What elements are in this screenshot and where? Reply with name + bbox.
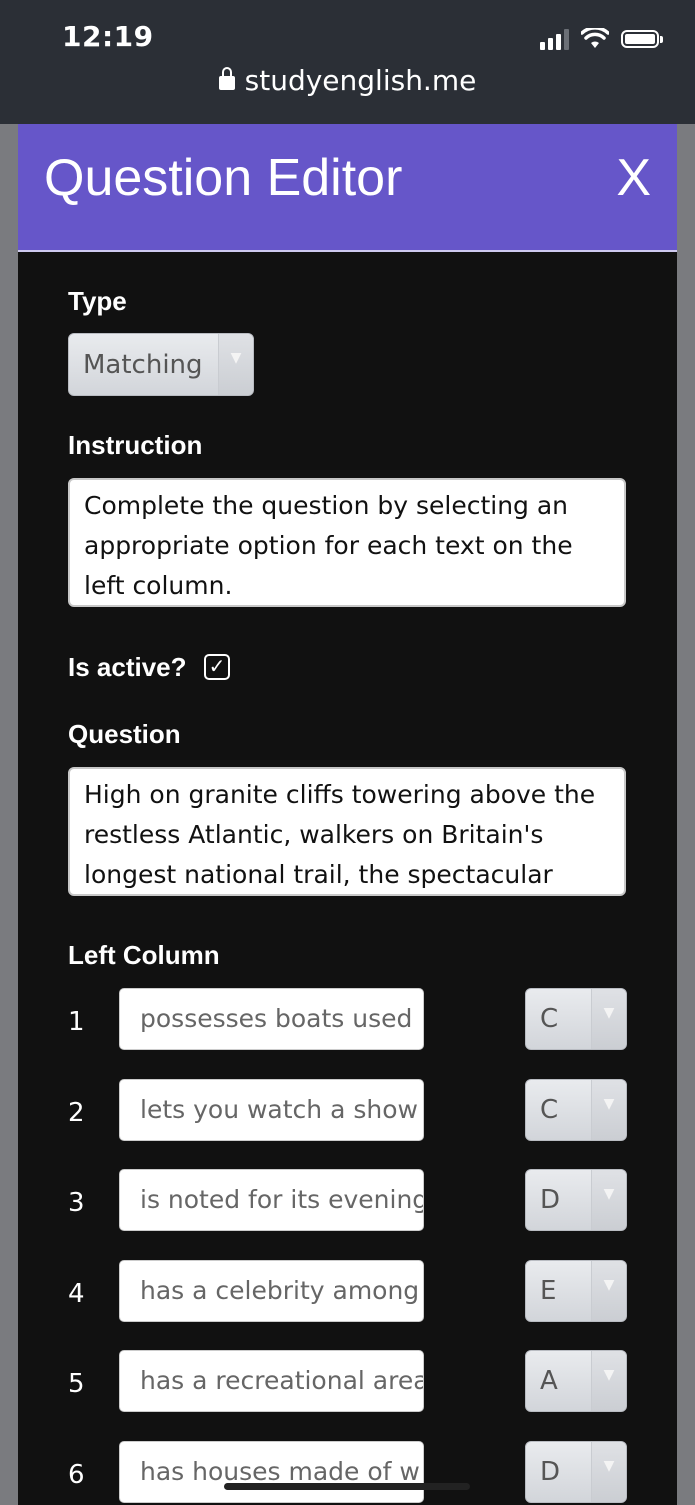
row-number: 5 — [68, 1369, 85, 1399]
type-select[interactable]: Matching ▼ — [68, 333, 254, 396]
url-text: studyenglish.me — [244, 64, 477, 97]
chevron-down-icon: ▼ — [603, 1277, 615, 1293]
row-text-input[interactable]: is noted for its evening — [119, 1169, 424, 1231]
wifi-icon — [581, 28, 609, 48]
row-select-arrow: ▼ — [591, 1351, 626, 1411]
row-answer-select[interactable]: D ▼ — [525, 1169, 627, 1231]
row-number: 4 — [68, 1279, 85, 1309]
row-text-input[interactable]: lets you watch a show — [119, 1079, 424, 1141]
row-answer-value: C — [540, 1004, 559, 1034]
instruction-textarea[interactable]: Complete the question by selecting an ap… — [68, 478, 626, 607]
row-answer-value: D — [540, 1457, 561, 1487]
system-icons — [540, 24, 663, 54]
row-number: 2 — [68, 1098, 85, 1128]
home-indicator — [224, 1483, 470, 1490]
row-answer-select[interactable]: D ▼ — [525, 1441, 627, 1503]
row-text-input[interactable]: possesses boats used — [119, 988, 424, 1050]
row-text-input[interactable]: has a celebrity among — [119, 1260, 424, 1322]
type-select-value: Matching — [83, 349, 203, 380]
row-select-arrow: ▼ — [591, 1080, 626, 1140]
is-active-label: Is active? — [68, 652, 187, 682]
is-active-checkbox[interactable]: ✓ — [204, 654, 230, 680]
chevron-down-icon: ▼ — [603, 1186, 615, 1202]
modal-title: Question Editor — [44, 149, 403, 207]
left-column-label: Left Column — [68, 940, 220, 970]
backdrop-left — [0, 124, 18, 1505]
chevron-down-icon: ▼ — [603, 1367, 615, 1383]
browser-status-bar: 12:19 studyenglish.me — [0, 0, 695, 124]
question-label: Question — [68, 719, 181, 749]
row-select-arrow: ▼ — [591, 1261, 626, 1321]
row-select-arrow: ▼ — [591, 1442, 626, 1502]
address-bar[interactable]: studyenglish.me — [0, 64, 695, 97]
row-answer-value: A — [540, 1366, 558, 1396]
chevron-down-icon: ▼ — [603, 1096, 615, 1112]
question-textarea[interactable]: High on granite cliffs towering above th… — [68, 767, 626, 896]
type-label: Type — [68, 286, 127, 316]
close-button[interactable]: X — [616, 148, 651, 208]
modal-header: Question Editor X — [18, 124, 677, 252]
chevron-down-icon: ▼ — [603, 1458, 615, 1474]
backdrop-right — [677, 124, 695, 1505]
row-answer-select[interactable]: A ▼ — [525, 1350, 627, 1412]
cellular-signal-icon — [540, 28, 569, 50]
row-number: 1 — [68, 1007, 85, 1037]
row-text-input[interactable]: has a recreational area — [119, 1350, 424, 1412]
row-answer-value: C — [540, 1095, 559, 1125]
row-select-arrow: ▼ — [591, 1170, 626, 1230]
battery-icon — [621, 30, 663, 48]
clock: 12:19 — [62, 20, 154, 53]
instruction-label: Instruction — [68, 430, 203, 460]
row-select-arrow: ▼ — [591, 989, 626, 1049]
row-answer-select[interactable]: E ▼ — [525, 1260, 627, 1322]
row-number: 6 — [68, 1460, 85, 1490]
type-select-arrow: ▼ — [218, 334, 253, 395]
chevron-down-icon: ▼ — [230, 350, 242, 367]
row-answer-value: D — [540, 1185, 561, 1215]
lock-icon — [218, 67, 235, 90]
row-answer-select[interactable]: C ▼ — [525, 988, 627, 1050]
chevron-down-icon: ▼ — [603, 1005, 615, 1021]
question-editor-modal: Question Editor X Type Matching ▼ Instru… — [18, 124, 677, 1505]
row-number: 3 — [68, 1188, 85, 1218]
row-answer-value: E — [540, 1276, 557, 1306]
row-answer-select[interactable]: C ▼ — [525, 1079, 627, 1141]
row-text-input[interactable]: has houses made of w — [119, 1441, 424, 1503]
